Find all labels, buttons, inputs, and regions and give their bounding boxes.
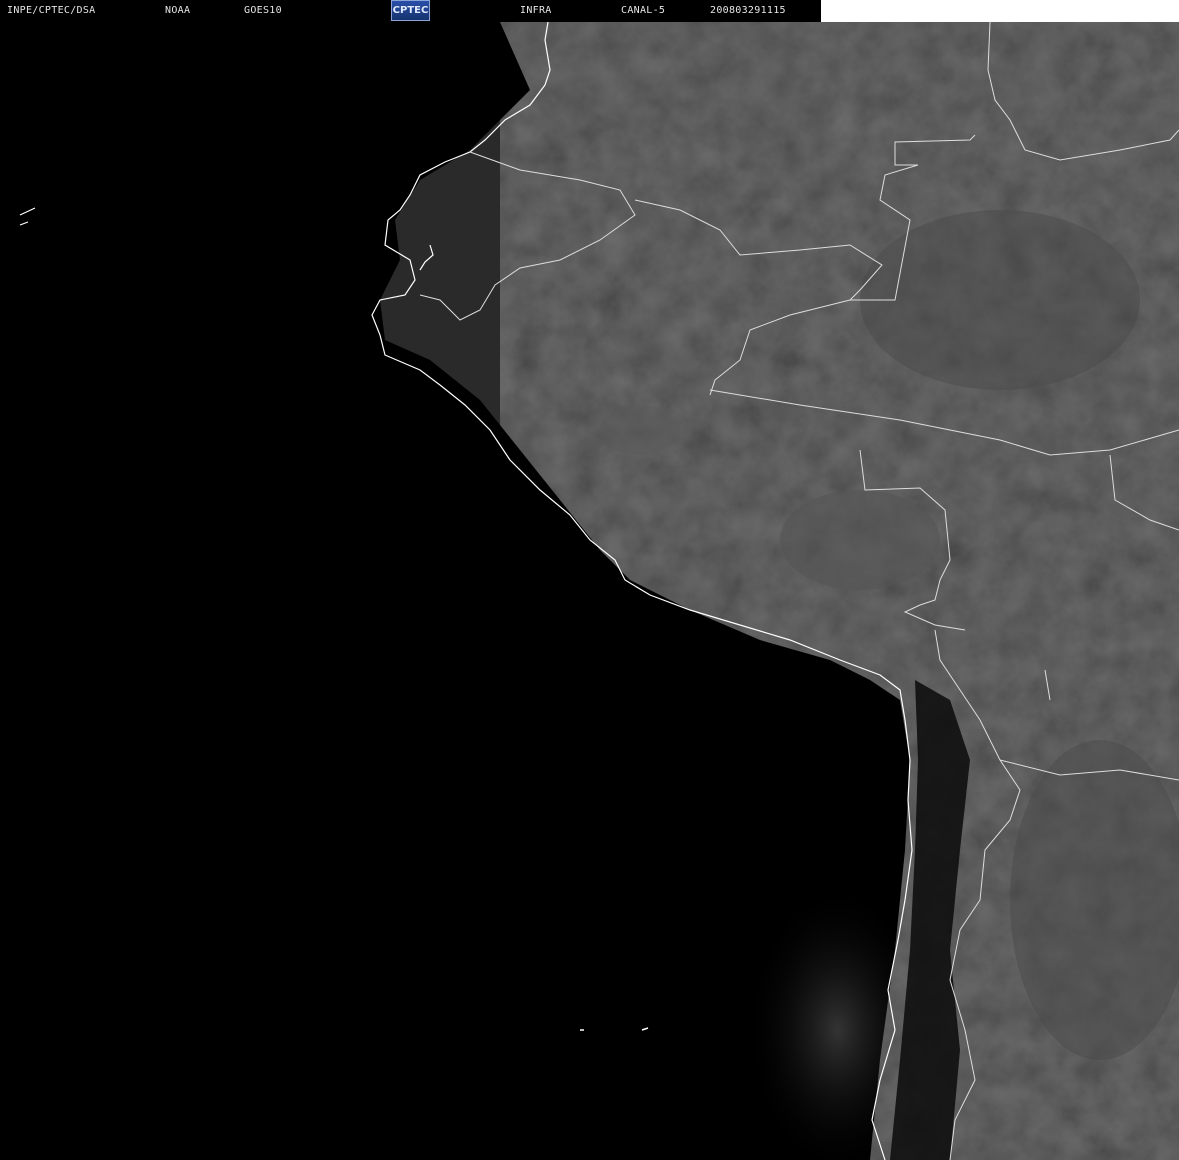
timestamp-label: 200803291115: [710, 5, 786, 16]
cloud-patch: [600, 405, 680, 455]
island: [19, 207, 36, 226]
satellite-image: INPE/CPTEC/DSA NOAA GOES10 CPTEC INFRA C…: [0, 0, 1179, 1160]
cloud-patch: [780, 490, 940, 590]
agency-label: INPE/CPTEC/DSA: [7, 5, 96, 16]
channel-label: CANAL-5: [621, 5, 666, 16]
product-label: INFRA: [520, 5, 552, 16]
map-canvas: [19, 22, 1179, 1160]
cloud-patch: [860, 210, 1140, 390]
header-bar: INPE/CPTEC/DSA NOAA GOES10 CPTEC INFRA C…: [0, 0, 821, 22]
header-blank-area: [821, 0, 1179, 22]
cptec-logo: CPTEC: [391, 0, 430, 21]
logo-text: CPTEC: [392, 5, 429, 16]
operator-label: NOAA: [165, 5, 191, 16]
satellite-label: GOES10: [244, 5, 282, 16]
